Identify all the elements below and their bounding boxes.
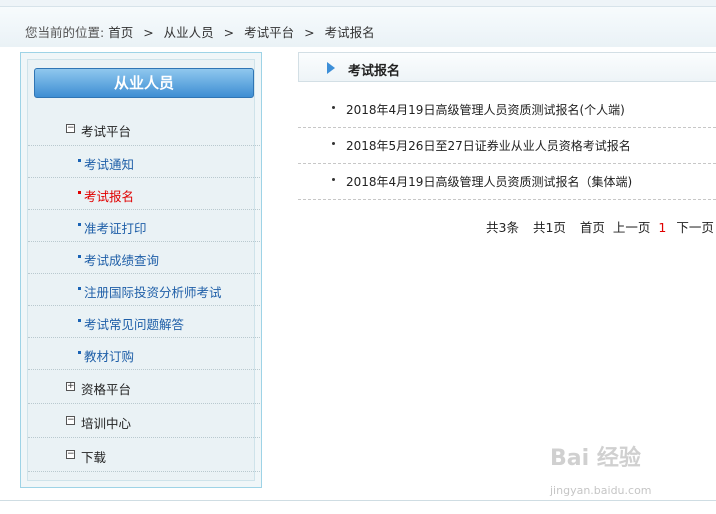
sidebar-category-qualification[interactable]: + 资格平台 [28, 370, 260, 404]
breadcrumb-current: 考试报名 [324, 25, 375, 40]
sidebar-category-exam-platform[interactable]: − 考试平台 [28, 112, 260, 146]
play-arrow-icon [327, 62, 335, 74]
expand-icon[interactable]: + [66, 382, 75, 391]
sidebar-item-label[interactable]: 准考证打印 [84, 218, 147, 237]
sidebar-item-admission-ticket[interactable]: 准考证打印 [28, 210, 260, 242]
sidebar-item-ciia-exam[interactable]: 注册国际投资分析师考试 [28, 274, 260, 306]
sidebar-item-label[interactable]: 教材订购 [84, 346, 134, 365]
sidebar-item-label[interactable]: 注册国际投资分析师考试 [84, 282, 222, 301]
footer-divider [0, 500, 716, 501]
sidebar-item-score-query[interactable]: 考试成绩查询 [28, 242, 260, 274]
bullet-icon [332, 106, 335, 109]
bullet-icon [78, 255, 81, 258]
content-title: 考试报名 [348, 64, 401, 79]
sidebar-item-label[interactable]: 考试通知 [84, 154, 134, 173]
bullet-icon [78, 287, 81, 290]
watermark-logo-text: Bai 经验 [550, 446, 641, 471]
breadcrumb-separator: > [223, 25, 235, 40]
pager-first-button[interactable]: 首页 [580, 220, 605, 235]
breadcrumb-separator: > [304, 25, 315, 40]
bullet-icon [78, 223, 81, 226]
breadcrumb-home[interactable]: 首页 [108, 25, 133, 40]
pager-next-button[interactable]: 下一页 [676, 220, 714, 235]
sidebar-category-label[interactable]: 下载 [81, 447, 106, 466]
breadcrumb-exam-platform[interactable]: 考试平台 [244, 25, 294, 40]
bullet-icon [332, 142, 335, 145]
bullet-icon [78, 159, 81, 162]
sidebar-item-textbook-order[interactable]: 教材订购 [28, 338, 260, 370]
breadcrumb-prefix: 您当前的位置: [25, 25, 105, 40]
registration-list: 2018年4月19日高级管理人员资质测试报名(个人端) 2018年5月26日至2… [298, 92, 716, 200]
watermark-url: jingyan.baidu.com [550, 484, 652, 497]
sidebar-item-label[interactable]: 考试报名 [84, 186, 134, 205]
list-item[interactable]: 2018年4月19日高级管理人员资质测试报名（集体端) [298, 164, 716, 200]
list-item[interactable]: 2018年4月19日高级管理人员资质测试报名(个人端) [298, 92, 716, 128]
sidebar-menu: − 考试平台 考试通知 考试报名 准考证打印 考试成绩查询 注册国际投资分析师考… [28, 112, 260, 472]
breadcrumb-practitioners[interactable]: 从业人员 [164, 25, 214, 40]
collapse-icon[interactable]: − [66, 124, 75, 133]
pager-current-page: 1 [658, 220, 667, 235]
list-item-link[interactable]: 2018年4月19日高级管理人员资质测试报名（集体端) [346, 173, 632, 190]
breadcrumb-separator: > [143, 25, 154, 40]
pagination: 共3条 共1页 首页 上一页 1 下一页 尾页 [486, 217, 716, 236]
breadcrumb-bar: 您当前的位置: 首页 > 从业人员 > 考试平台 > 考试报名 [0, 7, 716, 47]
bullet-icon [78, 319, 81, 322]
sidebar-category-training[interactable]: − 培训中心 [28, 404, 260, 438]
sidebar-category-label[interactable]: 培训中心 [81, 413, 131, 432]
pager-total: 共3条 [486, 220, 519, 235]
pager-prev-button[interactable]: 上一页 [613, 220, 651, 235]
collapse-icon[interactable]: − [66, 416, 75, 425]
list-item-link[interactable]: 2018年4月19日高级管理人员资质测试报名(个人端) [346, 101, 625, 118]
bullet-icon [78, 351, 81, 354]
collapse-icon[interactable]: − [66, 450, 75, 459]
sidebar-category-label[interactable]: 考试平台 [81, 121, 131, 140]
sidebar-item-label[interactable]: 考试成绩查询 [84, 250, 159, 269]
sidebar-item-faq[interactable]: 考试常见问题解答 [28, 306, 260, 338]
baidu-jingyan-watermark: Bai 经验 jingyan.baidu.com [550, 440, 690, 500]
sidebar-item-exam-notice[interactable]: 考试通知 [28, 146, 260, 178]
sidebar-panel: 从业人员 − 考试平台 考试通知 考试报名 准考证打印 考试成绩查询 注册国际投… [27, 59, 260, 481]
bullet-icon [332, 178, 335, 181]
sidebar: 从业人员 − 考试平台 考试通知 考试报名 准考证打印 考试成绩查询 注册国际投… [20, 52, 262, 488]
sidebar-title: 从业人员 [34, 68, 254, 98]
bullet-icon [78, 191, 81, 194]
list-item[interactable]: 2018年5月26日至27日证券业从业人员资格考试报名 [298, 128, 716, 164]
sidebar-category-download[interactable]: − 下载 [28, 438, 260, 472]
content-header: 考试报名 [298, 52, 716, 82]
sidebar-item-label[interactable]: 考试常见问题解答 [84, 314, 184, 333]
pager-pages: 共1页 [532, 220, 566, 235]
breadcrumb: 您当前的位置: 首页 > 从业人员 > 考试平台 > 考试报名 [25, 22, 375, 41]
list-item-link[interactable]: 2018年5月26日至27日证券业从业人员资格考试报名 [346, 137, 631, 154]
sidebar-category-label[interactable]: 资格平台 [81, 379, 131, 398]
sidebar-item-exam-registration[interactable]: 考试报名 [28, 178, 260, 210]
